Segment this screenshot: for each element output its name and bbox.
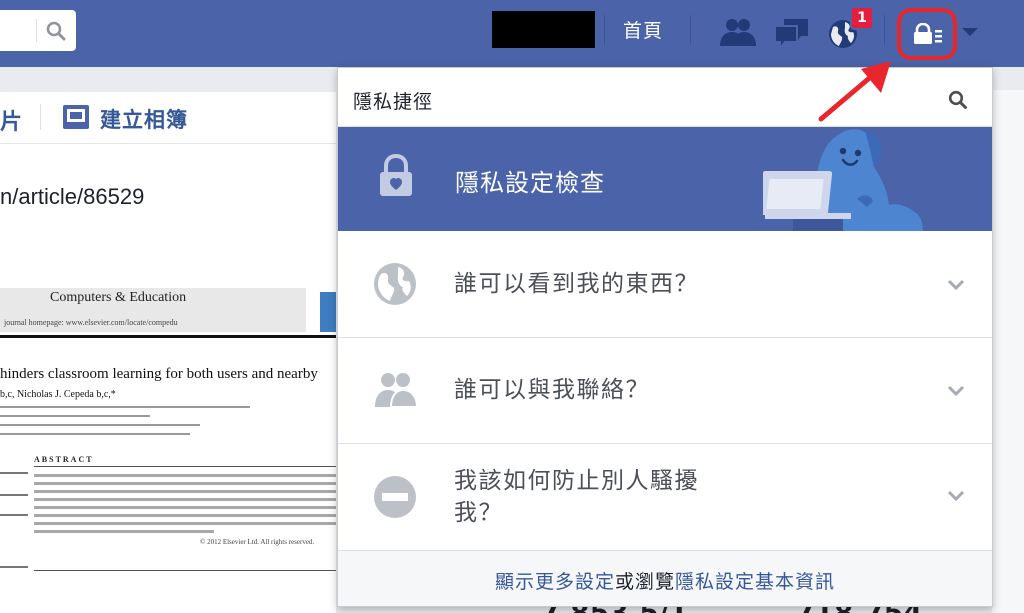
privacy-checkup-label: 隱私設定檢查	[455, 169, 605, 197]
abstract-text-line	[34, 498, 336, 501]
abstract-text-line	[34, 490, 336, 493]
abstract-rule	[34, 466, 336, 467]
menu-item-label: 我該如何防止別人騷擾	[454, 468, 699, 494]
right-column-edge	[992, 90, 1024, 613]
affiliation-line	[0, 433, 190, 435]
keywords-line	[0, 472, 28, 474]
abstract-heading: ABSTRACT	[34, 455, 94, 464]
affiliation-line	[0, 406, 250, 408]
show-more-settings-link[interactable]: 顯示更多設定	[495, 571, 615, 593]
search-icon[interactable]	[948, 90, 968, 110]
journal-name: Computers & Education	[50, 290, 187, 305]
toolbar-divider	[40, 104, 41, 130]
search-divider	[36, 19, 37, 42]
abstract-text-line	[34, 482, 336, 485]
menu-item-who-can-contact[interactable]: 誰可以與我聯絡？	[338, 338, 992, 444]
menu-footer: 顯示更多設定或瀏覽隱私設定基本資訊	[338, 550, 992, 606]
article-authors: b,c, Nicholas J. Cepeda b,c,*	[0, 389, 116, 400]
search-input[interactable]	[0, 10, 76, 51]
journal-cover-thumbnail	[320, 292, 336, 332]
abstract-text-line	[34, 514, 336, 517]
globe-icon	[374, 263, 416, 305]
journal-header: Computers & Education journal homepage: …	[0, 288, 306, 332]
messages-icon[interactable]	[773, 16, 811, 50]
menu-item-label: 誰可以看到我的東西？	[454, 271, 699, 297]
menu-item-stop-harassment[interactable]: 我該如何防止別人騷擾 我？	[338, 444, 992, 550]
menu-item-label-continued: 我？	[454, 500, 503, 526]
header-rule	[0, 335, 336, 338]
search-icon[interactable]	[46, 21, 66, 41]
privacy-dinosaur-illustration	[763, 129, 923, 231]
abstract-text-line	[34, 522, 336, 525]
nav-divider	[690, 15, 691, 45]
create-album-button[interactable]: 建立相簿	[100, 104, 188, 134]
keywords-line	[0, 494, 28, 496]
menu-item-who-can-see[interactable]: 誰可以看到我的東西？	[338, 231, 992, 338]
privacy-shortcuts-icon	[914, 23, 942, 44]
home-link[interactable]: 首頁	[623, 16, 663, 43]
nav-divider	[604, 15, 605, 45]
footer-connector: 或瀏覽	[614, 571, 675, 593]
nav-divider	[884, 15, 885, 45]
affiliation-line	[0, 415, 150, 417]
privacy-shortcuts-button[interactable]	[897, 8, 957, 60]
block-icon	[374, 476, 416, 518]
privacy-shortcuts-menu: 隱私捷徑 隱私設定檢查 誰可以看到我的東西？ 誰可以與我聯絡？ 我該如何防止別人…	[337, 67, 993, 607]
shared-link-url[interactable]: n/article/86529	[0, 184, 144, 210]
privacy-checkup-row[interactable]: 隱私設定檢查	[338, 127, 992, 231]
menu-item-label: 誰可以與我聯絡？	[454, 377, 650, 403]
lock-icon	[380, 154, 412, 196]
menu-title: 隱私捷徑	[353, 91, 434, 113]
profile-name-redacted[interactable]	[492, 11, 595, 48]
article-preview-image[interactable]: Computers & Education journal homepage: …	[0, 288, 336, 613]
affiliation-line	[0, 424, 200, 426]
friend-requests-icon[interactable]	[718, 16, 758, 48]
album-icon	[63, 105, 89, 129]
journal-homepage: journal homepage: www.elsevier.com/locat…	[4, 318, 178, 327]
article-title: hinders classroom learning for both user…	[0, 366, 318, 382]
abstract-bottom-rule	[34, 570, 336, 571]
people-icon	[375, 373, 419, 408]
chevron-down-icon	[947, 385, 965, 397]
chevron-down-icon	[947, 490, 965, 502]
copyright-line: © 2012 Elsevier Ltd. All rights reserved…	[200, 538, 315, 546]
keywords-line	[0, 566, 28, 568]
abstract-text-line	[34, 506, 336, 509]
photo-tab-fragment[interactable]: 片	[0, 104, 22, 136]
abstract-text-line	[34, 530, 214, 533]
chevron-down-icon	[947, 279, 965, 291]
annotation-arrow-icon	[818, 61, 891, 122]
abstract-text-line	[34, 474, 336, 477]
footer-text: 顯示更多設定或瀏覽隱私設定基本資訊	[495, 567, 835, 594]
privacy-basics-link[interactable]: 隱私設定基本資訊	[675, 571, 835, 593]
keywords-line	[0, 514, 28, 516]
caret-down-icon[interactable]	[960, 26, 980, 38]
notification-count-badge: 1	[850, 6, 874, 30]
